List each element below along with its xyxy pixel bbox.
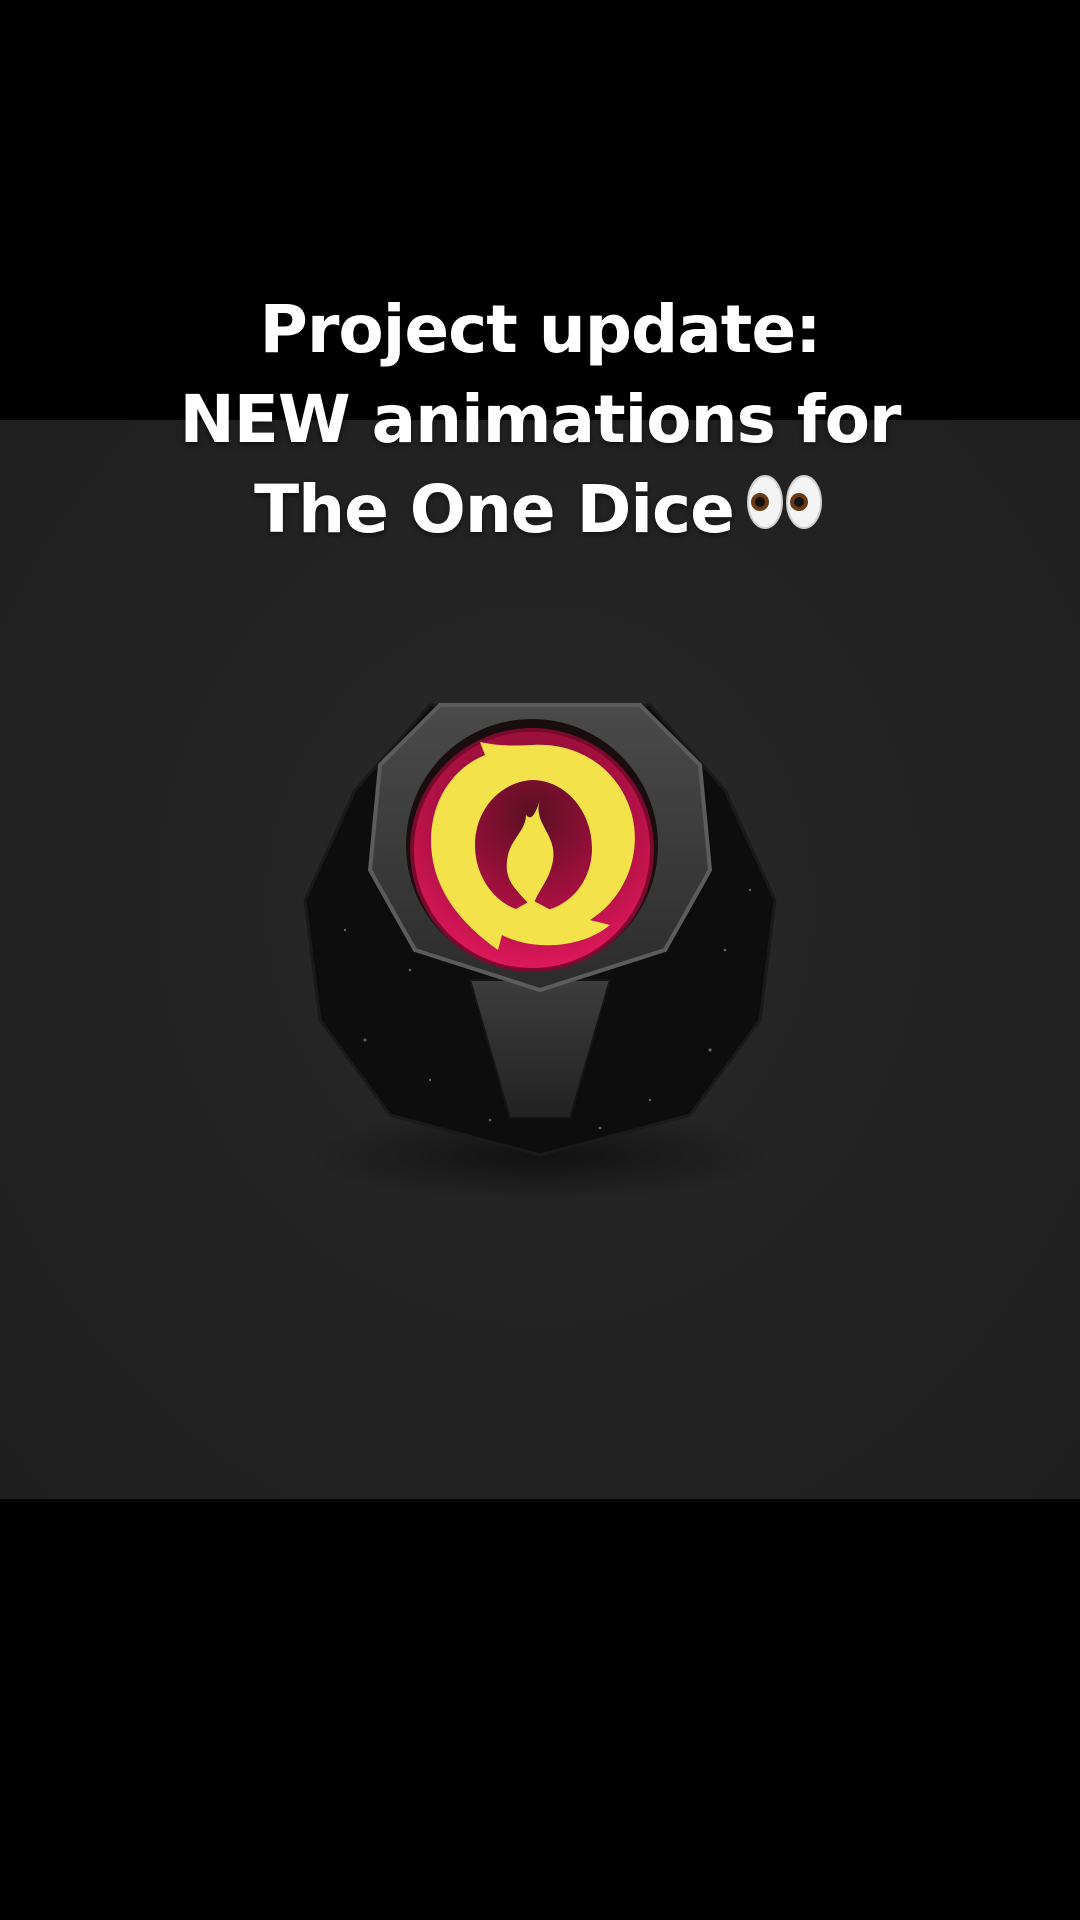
- caption-line-3-wrap: The One Dice: [60, 465, 1020, 559]
- dice-illustration: [303, 703, 777, 1203]
- video-caption: Project update: NEW animations for The O…: [60, 285, 1020, 559]
- bottom-letterbox: [0, 1499, 1080, 1920]
- caption-line-2: NEW animations for: [179, 381, 902, 458]
- caption-line-1: Project update:: [259, 291, 821, 368]
- caption-line-3: The One Dice: [254, 471, 735, 548]
- one-dice-render: [270, 650, 810, 1210]
- eyes-icon: [746, 463, 826, 553]
